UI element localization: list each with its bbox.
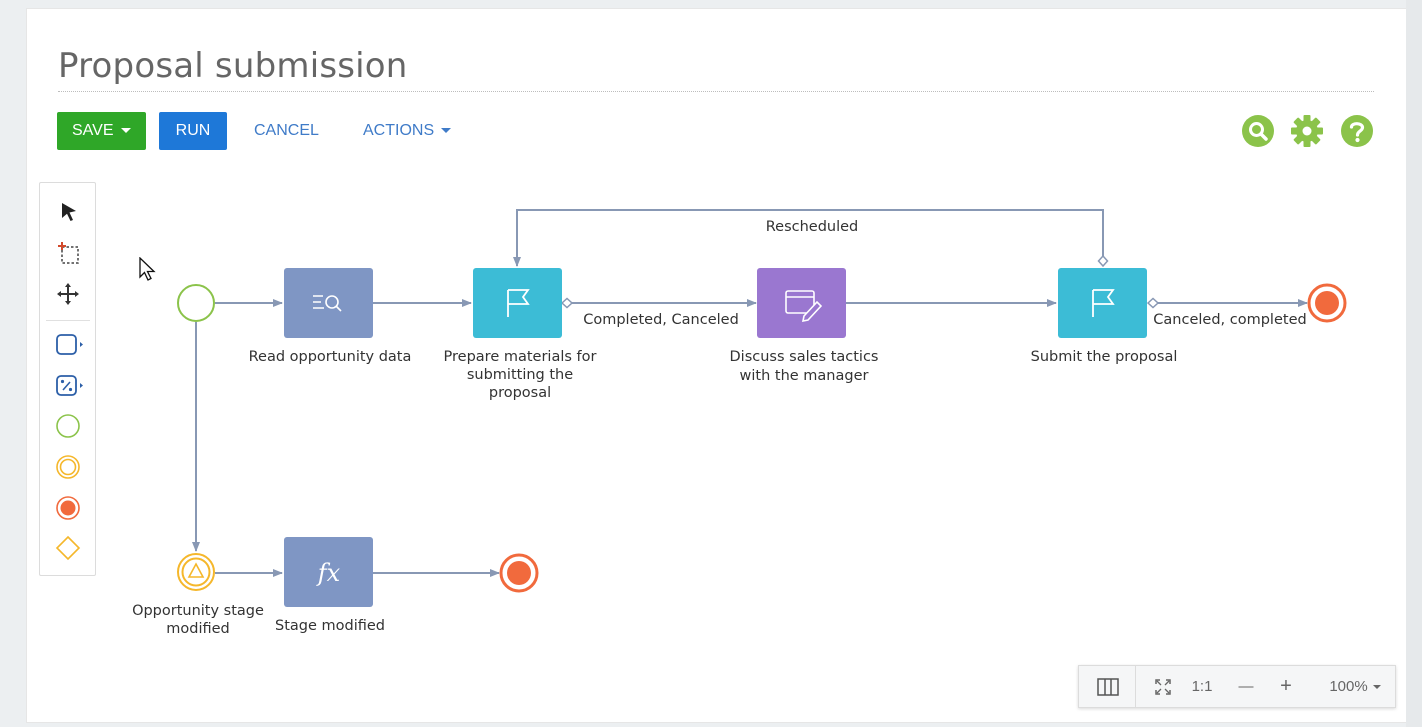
mouse-cursor-icon [139, 257, 156, 281]
zoom-out-button[interactable]: — [1233, 666, 1259, 707]
chevron-down-icon [1372, 685, 1381, 690]
stage-signal-label-line-2: modified [166, 621, 230, 637]
submit-proposal-label: Submit the proposal [1031, 349, 1178, 365]
flow-label-completed-canceled: Completed, Canceled [583, 312, 739, 328]
end-event-bottom[interactable] [499, 553, 539, 593]
zoom-level-value: 100% [1329, 678, 1368, 695]
fit-to-screen-button[interactable] [1151, 666, 1175, 707]
read-data-label: Read opportunity data [249, 349, 412, 365]
zoom-level-select[interactable]: 100% [1323, 666, 1387, 707]
zoom-divider [1135, 666, 1136, 707]
flow-label-rescheduled: Rescheduled [766, 219, 859, 235]
zoom-in-button[interactable]: + [1273, 666, 1299, 707]
read-data-task[interactable] [284, 268, 373, 338]
conditional-flow-marker [1146, 297, 1160, 309]
toggle-panel-button[interactable] [1093, 666, 1123, 707]
process-canvas[interactable]: Rescheduled Completed, Canceled Canceled… [0, 0, 1422, 727]
discuss-tactics-label-line-1: Discuss sales tactics [730, 349, 879, 365]
stage-signal-event[interactable] [177, 553, 215, 591]
conditional-flow-marker [560, 297, 574, 309]
start-event[interactable] [177, 284, 215, 322]
discuss-tactics-task[interactable] [757, 268, 846, 338]
conditional-flow-marker [1097, 254, 1109, 268]
end-event-top[interactable] [1307, 283, 1347, 323]
stage-signal-label-line-1: Opportunity stage [132, 603, 264, 619]
expand-icon [1155, 679, 1171, 695]
discuss-tactics-label-line-2: with the manager [740, 368, 869, 384]
columns-icon [1097, 678, 1119, 696]
zoom-toolbar: 1:1 — + 100% [1078, 665, 1396, 708]
stage-formula-label: Stage modified [275, 618, 385, 634]
stage-formula-task[interactable]: fx [284, 537, 373, 607]
actual-size-button[interactable]: 1:1 [1187, 666, 1217, 707]
formula-fx-icon: fx [316, 559, 341, 587]
prepare-materials-task[interactable] [473, 268, 562, 338]
prepare-materials-label-line-3: proposal [489, 385, 551, 401]
submit-proposal-task[interactable] [1058, 268, 1147, 338]
flow-label-canceled-completed: Canceled, completed [1153, 312, 1306, 328]
prepare-materials-label-line-1: Prepare materials for [444, 349, 597, 365]
prepare-materials-label-line-2: submitting the [467, 367, 573, 383]
